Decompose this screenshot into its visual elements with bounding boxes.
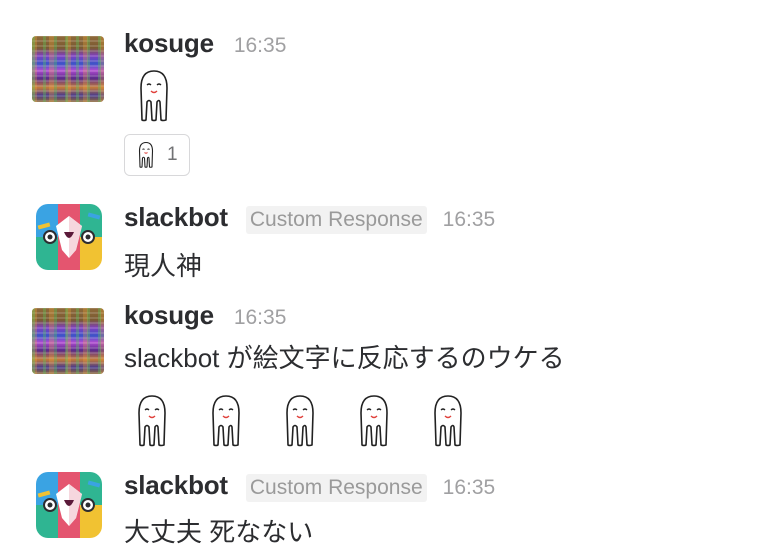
timestamp[interactable]: 16:35	[234, 34, 287, 58]
reaction-button[interactable]: 1	[124, 134, 190, 176]
slackbot-logo-icon	[36, 204, 102, 270]
message-header: slackbot Custom Response 16:35	[124, 470, 495, 502]
slackbot-avatar[interactable]	[36, 472, 102, 538]
ghost-emoji-icon	[430, 393, 466, 449]
message-text: 現人神	[124, 251, 203, 281]
ghost-emoji-icon	[137, 141, 155, 169]
message-header: kosuge 16:35	[124, 28, 286, 59]
timestamp[interactable]: 16:35	[234, 306, 287, 330]
username[interactable]: slackbot	[124, 470, 228, 501]
ghost-emoji-icon	[282, 393, 318, 449]
username[interactable]: slackbot	[124, 202, 228, 233]
message-text: slackbot が絵文字に反応するのウケる	[124, 343, 565, 373]
avatar[interactable]	[32, 36, 104, 102]
timestamp[interactable]: 16:35	[443, 208, 496, 232]
ghost-emoji-icon	[136, 68, 172, 124]
reaction-count: 1	[167, 144, 178, 165]
slackbot-avatar[interactable]	[36, 204, 102, 270]
ghost-emoji-icon	[356, 393, 392, 449]
emoji-row	[134, 393, 504, 449]
message-text: 大丈夫 死なない	[124, 517, 314, 547]
ghost-emoji-icon	[208, 393, 244, 449]
timestamp[interactable]: 16:35	[443, 476, 496, 500]
avatar[interactable]	[32, 308, 104, 374]
slackbot-logo-icon	[36, 472, 102, 538]
message-header: kosuge 16:35	[124, 300, 286, 331]
message-header: slackbot Custom Response 16:35	[124, 202, 495, 234]
username[interactable]: kosuge	[124, 28, 214, 59]
custom-response-badge: Custom Response	[245, 474, 427, 502]
username[interactable]: kosuge	[124, 300, 214, 331]
custom-response-badge: Custom Response	[245, 206, 427, 234]
ghost-emoji-icon	[134, 393, 170, 449]
